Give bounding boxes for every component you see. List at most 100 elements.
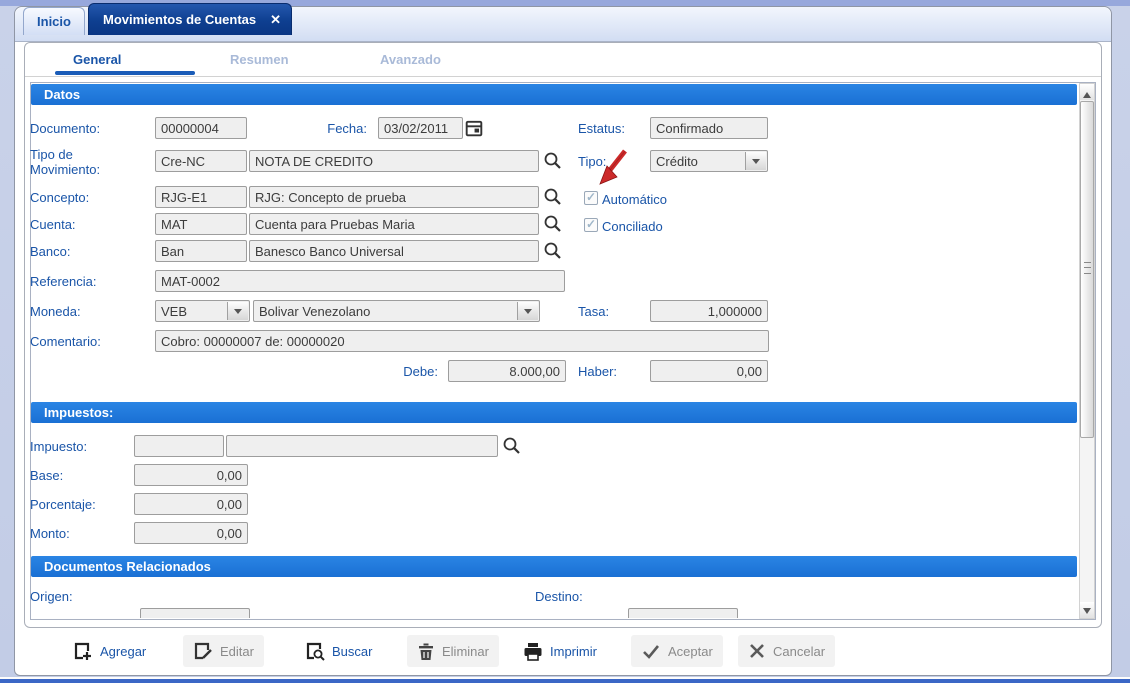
- tab-inicio[interactable]: Inicio: [23, 7, 85, 35]
- tipo-movimiento-desc-field[interactable]: NOTA DE CREDITO: [249, 150, 539, 172]
- app-root: Inicio Movimientos de Cuentas ✕ General R…: [0, 0, 1130, 683]
- editar-label: Editar: [220, 644, 254, 659]
- tipo-movimiento-label-line1: Tipo de: [30, 147, 73, 162]
- referencia-label: Referencia:: [30, 274, 96, 289]
- porcentaje-label: Porcentaje:: [30, 497, 96, 512]
- subtab-avanzado[interactable]: Avanzado: [380, 52, 441, 67]
- cuenta-search-icon[interactable]: [543, 214, 563, 234]
- cuenta-code-field[interactable]: MAT: [155, 213, 247, 235]
- haber-field[interactable]: 0,00: [650, 360, 768, 382]
- moneda-code-value: VEB: [161, 304, 187, 319]
- tipo-dropdown-value: Crédito: [656, 154, 698, 169]
- subtab-bar: General Resumen Avanzado: [25, 44, 1101, 77]
- concepto-search-icon[interactable]: [543, 187, 563, 207]
- tipo-movimiento-search-icon[interactable]: [543, 151, 563, 171]
- cuenta-label: Cuenta:: [30, 217, 76, 232]
- debe-label: Debe:: [350, 364, 438, 379]
- imprimir-button[interactable]: Imprimir: [513, 635, 607, 667]
- moneda-label: Moneda:: [30, 304, 81, 319]
- origen-field-partial[interactable]: [140, 608, 250, 618]
- subtab-resumen[interactable]: Resumen: [230, 52, 289, 67]
- aceptar-button[interactable]: Aceptar: [631, 635, 723, 667]
- origen-label: Origen:: [30, 589, 73, 604]
- moneda-code-dropdown-arrow-icon[interactable]: [227, 302, 248, 320]
- banco-label: Banco:: [30, 244, 70, 259]
- conciliado-label: Conciliado: [602, 219, 663, 234]
- bottom-toolbar: Agregar Editar Buscar Eliminar Imprimir …: [15, 630, 1111, 674]
- fecha-field[interactable]: 03/02/2011: [378, 117, 463, 139]
- editar-button[interactable]: Editar: [183, 635, 264, 667]
- tipo-movimiento-label-line2: Movimiento:: [30, 162, 100, 177]
- buscar-label: Buscar: [332, 644, 372, 659]
- debe-field[interactable]: 8.000,00: [448, 360, 566, 382]
- tipo-dropdown[interactable]: Crédito: [650, 150, 768, 172]
- moneda-desc-dropdown-arrow-icon[interactable]: [517, 302, 538, 320]
- moneda-desc-dropdown[interactable]: Bolivar Venezolano: [253, 300, 540, 322]
- vertical-scrollbar[interactable]: [1079, 83, 1095, 619]
- concepto-code-field[interactable]: RJG-E1: [155, 186, 247, 208]
- documento-field[interactable]: 00000004: [155, 117, 247, 139]
- concepto-label: Concepto:: [30, 190, 89, 205]
- estatus-label: Estatus:: [578, 121, 625, 136]
- haber-label: Haber:: [578, 364, 617, 379]
- scrollbar-thumb[interactable]: [1080, 101, 1094, 438]
- destino-field-partial[interactable]: [628, 608, 738, 618]
- automatico-label: Automático: [602, 192, 667, 207]
- agregar-button[interactable]: Agregar: [63, 635, 156, 667]
- cuenta-desc-field[interactable]: Cuenta para Pruebas Maria: [249, 213, 539, 235]
- scrollbar-grip-icon: [1084, 262, 1091, 274]
- porcentaje-field[interactable]: 0,00: [134, 493, 248, 515]
- tipo-movimiento-code-field[interactable]: Cre-NC: [155, 150, 247, 172]
- estatus-field[interactable]: Confirmado: [650, 117, 768, 139]
- imprimir-label: Imprimir: [550, 644, 597, 659]
- moneda-code-dropdown[interactable]: VEB: [155, 300, 250, 322]
- tasa-field[interactable]: 1,000000: [650, 300, 768, 322]
- scroll-down-button[interactable]: [1080, 602, 1094, 618]
- x-icon: [748, 642, 766, 660]
- printer-icon: [523, 642, 543, 661]
- impuesto-code-field[interactable]: [134, 435, 224, 457]
- scroll-up-button[interactable]: [1080, 84, 1094, 100]
- fecha-label: Fecha:: [300, 121, 367, 136]
- cancelar-button[interactable]: Cancelar: [738, 635, 835, 667]
- monto-field[interactable]: 0,00: [134, 522, 248, 544]
- banco-desc-field[interactable]: Banesco Banco Universal: [249, 240, 539, 262]
- section-header-impuestos: Impuestos:: [31, 402, 1077, 423]
- documento-label: Documento:: [30, 121, 100, 136]
- banco-search-icon[interactable]: [543, 241, 563, 261]
- comentario-label: Comentario:: [30, 334, 101, 349]
- referencia-field[interactable]: MAT-0002: [155, 270, 565, 292]
- eliminar-button[interactable]: Eliminar: [407, 635, 499, 667]
- destino-label: Destino:: [535, 589, 583, 604]
- tab-close-icon[interactable]: ✕: [270, 4, 281, 36]
- cancelar-label: Cancelar: [773, 644, 825, 659]
- tab-movimientos-de-cuentas[interactable]: Movimientos de Cuentas ✕: [88, 3, 292, 35]
- calendar-icon[interactable]: [465, 119, 485, 139]
- edit-document-icon: [193, 641, 213, 661]
- add-document-icon: [73, 641, 93, 661]
- banco-code-field[interactable]: Ban: [155, 240, 247, 262]
- moneda-desc-value: Bolivar Venezolano: [259, 304, 370, 319]
- aceptar-label: Aceptar: [668, 644, 713, 659]
- base-label: Base:: [30, 468, 63, 483]
- impuesto-desc-field[interactable]: [226, 435, 498, 457]
- conciliado-checkbox[interactable]: ✓: [584, 218, 598, 232]
- concepto-desc-field[interactable]: RJG: Concepto de prueba: [249, 186, 539, 208]
- base-field[interactable]: 0,00: [134, 464, 248, 486]
- comentario-field[interactable]: Cobro: 00000007 de: 00000020: [155, 330, 769, 352]
- tab-title: Movimientos de Cuentas: [103, 12, 256, 27]
- eliminar-label: Eliminar: [442, 644, 489, 659]
- subtab-general[interactable]: General: [73, 52, 121, 67]
- search-document-icon: [305, 641, 325, 661]
- buscar-button[interactable]: Buscar: [295, 635, 382, 667]
- impuesto-label: Impuesto:: [30, 439, 87, 454]
- section-header-documentos-relacionados: Documentos Relacionados: [31, 556, 1077, 577]
- impuesto-search-icon[interactable]: [502, 436, 522, 456]
- agregar-label: Agregar: [100, 644, 146, 659]
- tasa-label: Tasa:: [578, 304, 609, 319]
- monto-label: Monto:: [30, 526, 70, 541]
- section-header-datos: Datos: [31, 84, 1077, 105]
- active-subtab-underline: [55, 71, 195, 75]
- check-icon: [641, 642, 661, 660]
- tipo-dropdown-arrow-icon[interactable]: [745, 152, 766, 170]
